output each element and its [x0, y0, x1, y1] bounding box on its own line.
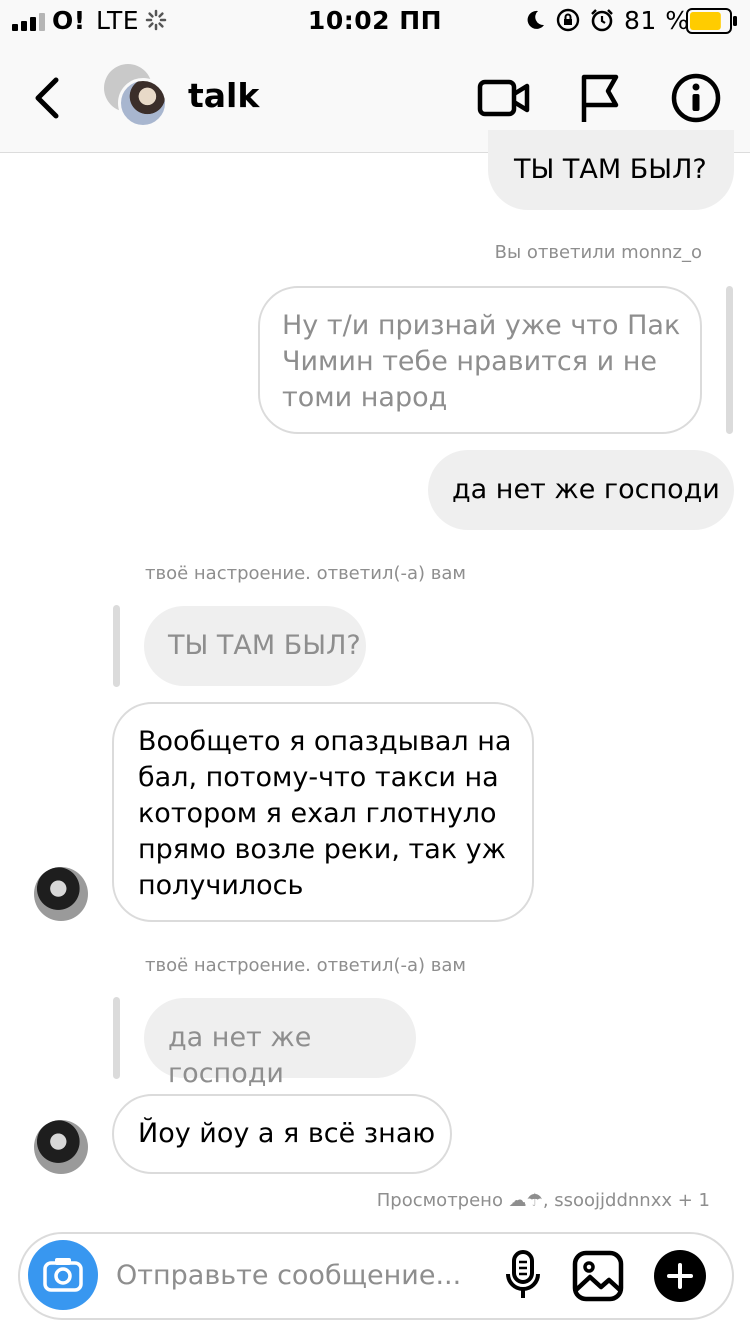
quote-bar — [726, 286, 733, 434]
quoted-text: Ну т/и признай уже что Пак Чимин тебе нр… — [282, 310, 681, 413]
quoted-message-outgoing[interactable]: Ну т/и признай уже что Пак Чимин тебе нр… — [258, 286, 702, 434]
info-icon — [671, 73, 721, 123]
gallery-icon — [572, 1250, 624, 1302]
back-button[interactable] — [26, 70, 70, 126]
gallery-button[interactable] — [572, 1250, 624, 1302]
video-call-icon — [477, 79, 530, 117]
message-text: ТЫ ТАМ БЫЛ? — [514, 154, 707, 185]
info-button[interactable] — [670, 72, 722, 124]
message-text: Йоу йоу а я всё знаю — [138, 1118, 436, 1149]
sender-avatar[interactable] — [34, 867, 88, 921]
quote-bar — [113, 997, 120, 1079]
camera-icon — [43, 1258, 83, 1292]
message-bubble-incoming[interactable]: Йоу йоу а я всё знаю — [112, 1094, 452, 1174]
message-input[interactable]: Отправьте сообщение... — [116, 1260, 461, 1291]
voice-button[interactable] — [502, 1250, 544, 1302]
reply-meta: твоё настроение. ответил(-а) вам — [145, 955, 466, 976]
more-button[interactable] — [654, 1250, 706, 1302]
plus-icon — [667, 1263, 693, 1289]
quote-bar — [113, 605, 120, 687]
message-text: Вообщето я опаздывал на бал, потому-что … — [138, 726, 512, 901]
status-bar: O! LTE 10:02 ПП 81 % — [0, 0, 750, 44]
chat-title[interactable]: talk — [188, 76, 259, 115]
seen-indicator: Просмотрено ☁︎☂︎, ssoojjddnnxx + 1 — [376, 1190, 710, 1211]
reply-meta: Вы ответили monnz_o — [494, 242, 702, 263]
group-avatar[interactable] — [104, 64, 168, 130]
message-bubble-incoming[interactable]: Вообщето я опаздывал на бал, потому-что … — [112, 702, 534, 922]
microphone-icon — [506, 1250, 540, 1298]
flag-icon — [581, 74, 619, 122]
rotation-lock-icon — [556, 8, 580, 32]
back-icon — [35, 77, 59, 119]
moon-icon — [524, 9, 546, 31]
battery-percent: 81 % — [624, 6, 690, 35]
quoted-text: да нет же господи — [168, 1022, 312, 1089]
sender-avatar[interactable] — [34, 1120, 88, 1174]
alarm-icon — [590, 8, 614, 32]
message-composer: Отправьте сообщение... — [18, 1232, 734, 1320]
camera-button[interactable] — [28, 1240, 98, 1310]
video-call-button[interactable] — [476, 74, 532, 122]
message-text: да нет же господи — [452, 474, 720, 505]
quoted-message[interactable]: да нет же господи — [144, 998, 416, 1089]
message-bubble-outgoing[interactable]: да нет же господи — [428, 450, 734, 530]
quoted-message[interactable]: ТЫ ТАМ БЫЛ? — [144, 606, 366, 686]
battery-icon — [686, 8, 738, 34]
report-button[interactable] — [576, 72, 626, 126]
reply-meta: твоё настроение. ответил(-а) вам — [145, 563, 466, 584]
message-bubble-outgoing[interactable]: ТЫ ТАМ БЫЛ? — [488, 130, 734, 210]
quoted-text: ТЫ ТАМ БЫЛ? — [168, 630, 361, 661]
avatar-front — [118, 78, 168, 128]
